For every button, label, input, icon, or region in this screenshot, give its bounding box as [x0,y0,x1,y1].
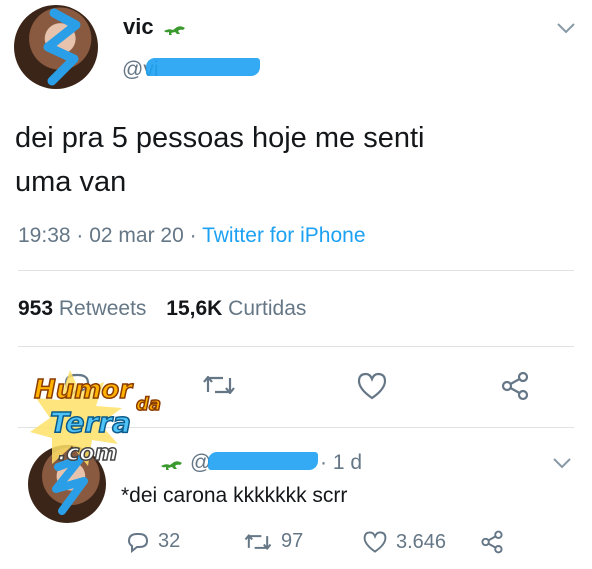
reply-chevron-down-icon[interactable] [552,457,572,469]
watermark-line-3: Terra [50,406,131,439]
divider [18,346,574,347]
reply-icon [127,532,149,553]
like-icon [363,531,387,553]
author-name[interactable]: vic [123,14,154,40]
handle-redaction [146,58,260,76]
reply-age-value: 1 d [332,451,363,474]
tweet-text-line-2: uma van [15,166,127,198]
retweets-stat[interactable]: 953 Retweets [18,297,146,320]
tweet-time[interactable]: 19:38 [18,224,71,247]
watermark-line-1: Humor [34,375,134,405]
lizard-emoji-icon [164,26,185,35]
humor-da-terra-watermark-logo: Humor da Terra .com [30,370,162,467]
reply-retweet-count: 97 [281,530,304,552]
tweet-meta: 19:38 · 02 mar 20 · Twitter for iPhone [18,224,366,247]
reply-like-action[interactable]: 3.646 [362,530,446,554]
reply-like-count: 3.646 [396,530,447,553]
reply-handle-redaction [208,452,318,470]
retweet-icon[interactable] [201,372,237,398]
likes-label: Curtidas [228,297,307,320]
like-icon[interactable] [356,371,388,401]
tweet-stats: 953 Retweets 15,6K Curtidas [18,297,306,321]
reply-reply-count: 32 [158,530,181,552]
author-avatar[interactable] [14,5,98,89]
reply-age[interactable]: · 1 d [320,451,362,475]
retweets-count: 953 [18,297,54,320]
retweet-icon [244,533,272,550]
chevron-down-icon[interactable] [556,22,576,34]
retweets-label: Retweets [58,297,147,320]
likes-stat[interactable]: 15,6K Curtidas [166,297,306,320]
reply-text: *dei carona kkkkkkk scrr [121,484,348,507]
tweet-text-line-1: dei pra 5 pessoas hoje me senti [15,122,425,154]
divider [18,270,574,271]
reply-retweet-action[interactable]: 97 [243,530,303,553]
avatar-redaction-scribble [43,8,81,86]
tweet-date[interactable]: 02 mar 20 [89,224,184,247]
tweet-text: dei pra 5 pessoas hoje me senti uma van [15,116,575,204]
share-icon[interactable] [500,371,530,401]
watermark-line-4: .com [58,441,117,466]
reply-reply-action[interactable]: 32 [126,530,180,553]
reply-share-icon[interactable] [480,530,504,554]
tweet-source[interactable]: Twitter for iPhone [202,224,365,247]
watermark-line-2: da [136,394,161,415]
likes-count: 15,6K [166,297,223,320]
